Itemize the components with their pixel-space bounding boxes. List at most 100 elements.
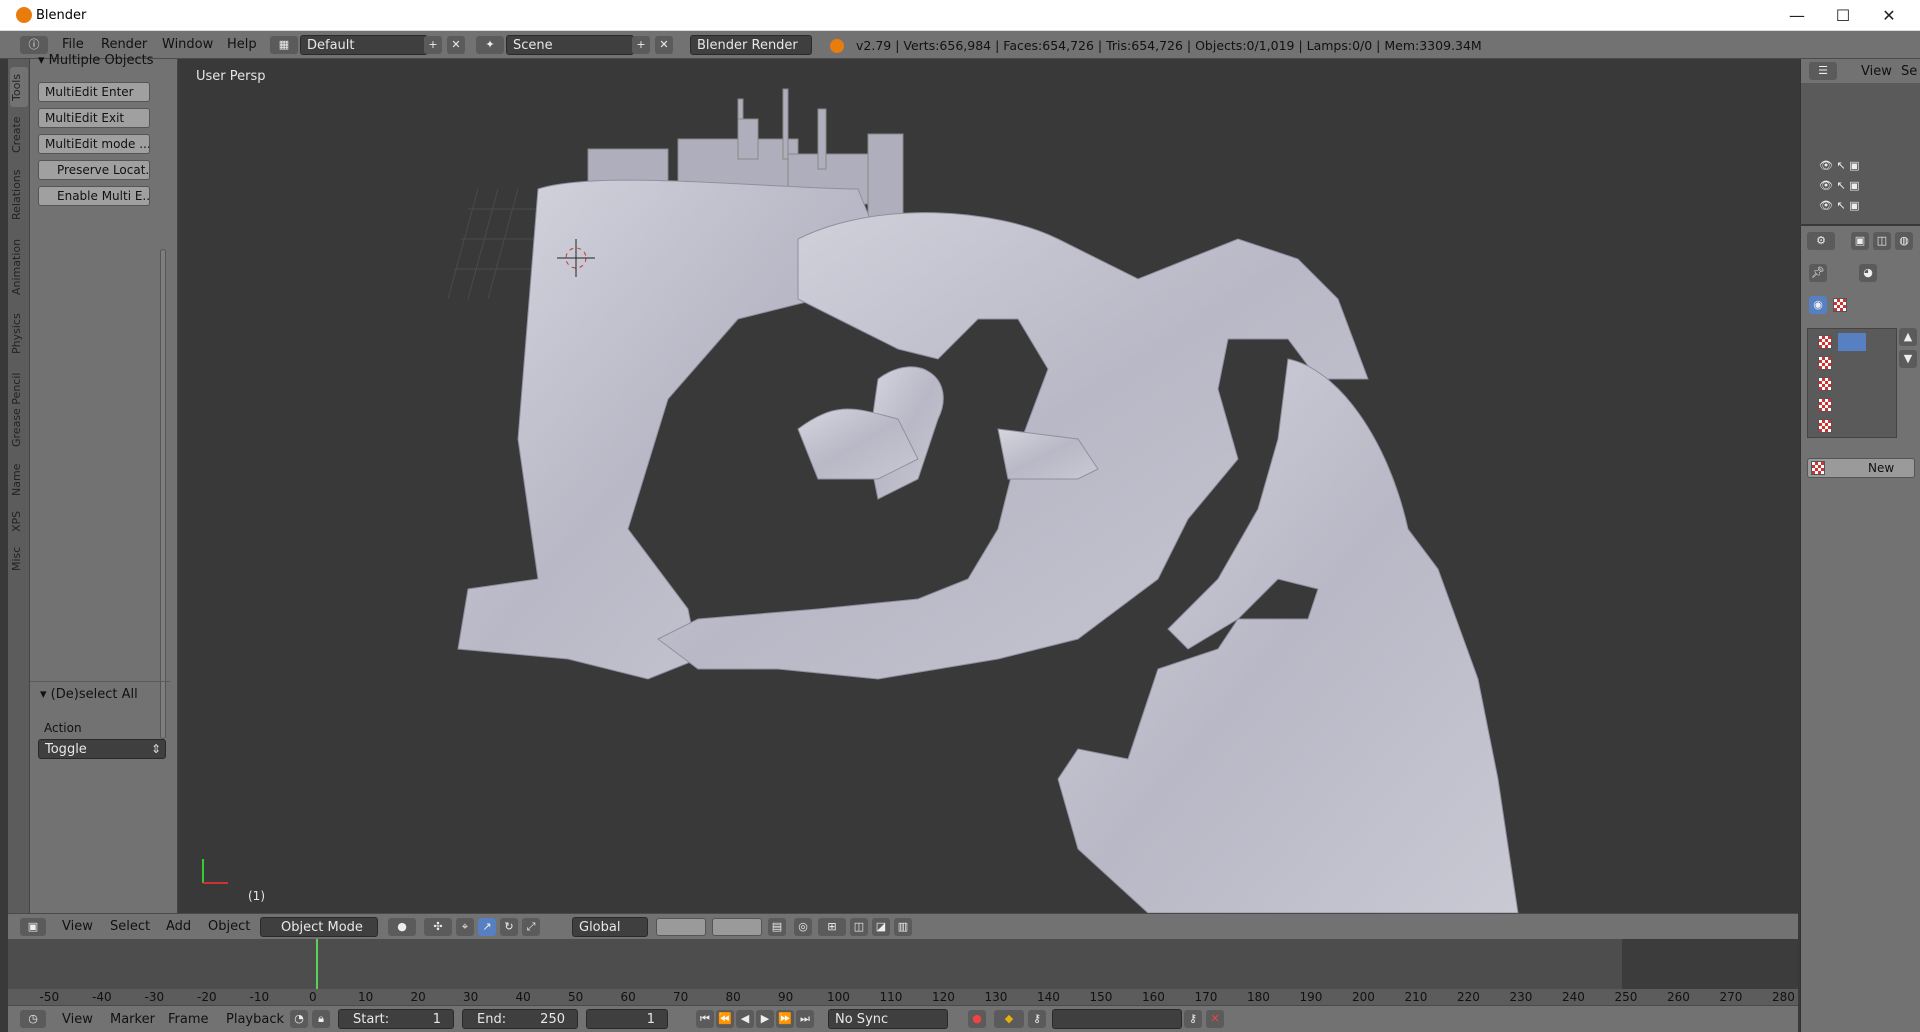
layers-grid-2[interactable] [712, 918, 762, 936]
tab-physics[interactable]: Physics [10, 307, 28, 361]
outliner-search-menu[interactable]: Se [1901, 64, 1917, 79]
menu-marker[interactable]: Marker [110, 1012, 155, 1027]
menu-object[interactable]: Object [208, 919, 250, 934]
proportional-edit-icon[interactable]: ◎ [794, 918, 812, 936]
menu-render[interactable]: Render [101, 37, 147, 52]
operator-panel-title[interactable]: ▾ (De)select All [40, 687, 138, 702]
scene-tab-icon[interactable]: ◫ [1873, 232, 1891, 250]
properties-panel[interactable]: ⚙ ▣ ◫ ◍ 📌︎ ◕ ◉ ▲ ▼ New [1800, 226, 1920, 1032]
layers-grid-1[interactable] [656, 918, 706, 936]
tab-tools[interactable]: Tools [10, 67, 28, 107]
orientation-select[interactable]: Global [572, 917, 648, 937]
multiedit-enter-button[interactable]: MultiEdit Enter [38, 82, 150, 102]
menu-file[interactable]: File [62, 37, 84, 52]
world-tab-icon[interactable]: ◍ [1895, 232, 1913, 250]
multiedit-mode-button[interactable]: MultiEdit mode ... [38, 134, 150, 154]
shading-mode-icon[interactable]: ● [388, 918, 416, 936]
delete-scene-icon[interactable]: ✕ [655, 36, 673, 54]
keying-set-icon[interactable]: ◆ [994, 1010, 1024, 1028]
object-mode-select[interactable]: Object Mode [260, 917, 378, 937]
editor-type-info-icon[interactable]: ⓘ [20, 36, 48, 54]
panel-scrollbar[interactable] [160, 249, 166, 739]
menu-window[interactable]: Window [162, 37, 213, 52]
enable-multiedit-checkbox[interactable]: Enable Multi E... [38, 186, 150, 206]
outliner-row-icons[interactable]: 👁︎ ↖ ▣ [1819, 179, 1860, 192]
record-icon[interactable]: ● [968, 1010, 986, 1028]
jump-end-icon[interactable]: ⏭ [796, 1010, 814, 1028]
texture-checker-icon[interactable] [1833, 298, 1847, 312]
end-frame-field[interactable]: End: 250 [462, 1009, 578, 1029]
editor-type-3d-icon[interactable]: ▣ [20, 918, 46, 936]
preserve-location-checkbox[interactable]: Preserve Locat... [38, 160, 150, 180]
selected-slot[interactable] [1838, 333, 1866, 351]
close-button[interactable]: ✕ [1866, 0, 1912, 31]
menu-select[interactable]: Select [110, 919, 150, 934]
move-down-icon[interactable]: ▼ [1899, 350, 1917, 368]
keying-set-field[interactable] [1052, 1009, 1182, 1029]
rotate-icon[interactable]: ↻ [500, 918, 518, 936]
tab-xps[interactable]: XPS [10, 505, 28, 537]
translate-icon[interactable]: ↗ [478, 918, 496, 936]
tab-animation[interactable]: Animation [10, 231, 28, 303]
world-icon[interactable]: ◕ [1859, 264, 1877, 282]
scene-icon[interactable]: ✦ [476, 36, 504, 54]
menu-help[interactable]: Help [227, 37, 257, 52]
delete-screen-icon[interactable]: ✕ [447, 36, 465, 54]
action-select[interactable]: Toggle ⇕ [38, 739, 166, 759]
scale-icon[interactable]: ⤢ [522, 918, 540, 936]
frame-ruler[interactable]: -50 -40 -30 -20 -10 0 10 20 30 40 50 60 70 80 90 100 110… [8, 989, 1798, 1005]
texture-world-icon[interactable]: ◉ [1809, 296, 1827, 314]
next-keyframe-icon[interactable]: ⏩ [776, 1010, 794, 1028]
tab-create[interactable]: Create [10, 111, 28, 159]
add-screen-icon[interactable]: + [424, 36, 442, 54]
lock-range-icon[interactable]: 🔒︎ [312, 1010, 330, 1028]
preview-range-icon[interactable]: ◔ [290, 1010, 308, 1028]
manipulator-icon[interactable]: ⌖ [456, 918, 474, 936]
snap-icon[interactable]: ⊞ [818, 918, 846, 936]
add-scene-icon[interactable]: + [632, 36, 650, 54]
outliner-row-icons[interactable]: 👁︎ ↖ ▣ [1819, 159, 1860, 172]
tab-name[interactable]: Name [10, 459, 28, 501]
render-preview-icon[interactable]: ◫ [850, 918, 868, 936]
tab-grease-pencil[interactable]: Grease Pencil [10, 365, 28, 455]
outliner-view-menu[interactable]: View [1861, 64, 1892, 79]
tab-misc[interactable]: Misc [10, 541, 28, 577]
sync-mode-select[interactable]: No Sync [828, 1009, 948, 1029]
render-tab-icon[interactable]: ▣ [1851, 232, 1869, 250]
3d-viewport[interactable]: User Persp (1) [178, 59, 1798, 913]
menu-playback[interactable]: Playback [226, 1012, 284, 1027]
minimize-button[interactable]: — [1774, 0, 1820, 31]
play-reverse-icon[interactable]: ◀ [736, 1010, 754, 1028]
editor-type-outliner-icon[interactable]: ☰ [1809, 62, 1837, 80]
camera-icon[interactable]: ◪ [872, 918, 890, 936]
maximize-button[interactable]: ☐ [1820, 0, 1866, 31]
insert-keyframe-icon[interactable]: ⚷ [1184, 1010, 1202, 1028]
pin-icon[interactable]: 📌︎ [1809, 264, 1827, 282]
editor-type-properties-icon[interactable]: ⚙ [1807, 232, 1835, 250]
render-engine-select[interactable]: Blender Render [690, 35, 812, 55]
scene-field[interactable]: Scene [506, 35, 634, 55]
outliner-panel[interactable]: ☰ View Se 👁︎ ↖ ▣ 👁︎ ↖ ▣ 👁︎ ↖ ▣ [1800, 59, 1920, 224]
multiedit-exit-button[interactable]: MultiEdit Exit [38, 108, 150, 128]
screen-layout-icon[interactable]: ▦ [270, 36, 298, 54]
menu-frame[interactable]: Frame [168, 1012, 209, 1027]
opengl-render-icon[interactable]: ▥ [894, 918, 912, 936]
outliner-row-icons[interactable]: 👁︎ ↖ ▣ [1819, 199, 1860, 212]
menu-timeline-view[interactable]: View [62, 1012, 93, 1027]
pivot-point-icon[interactable]: ✣ [424, 918, 452, 936]
layer-lock-icon[interactable]: ▤ [768, 918, 786, 936]
current-frame-field[interactable]: 1 [586, 1009, 668, 1029]
tab-relations[interactable]: Relations [10, 163, 28, 227]
texture-slot-list[interactable] [1807, 328, 1897, 438]
timeline-area[interactable] [8, 939, 1798, 1005]
screen-layout-field[interactable]: Default [300, 35, 428, 55]
delete-keyframe-icon[interactable]: ✕ [1206, 1010, 1224, 1028]
menu-add[interactable]: Add [166, 919, 191, 934]
start-frame-field[interactable]: Start: 1 [338, 1009, 454, 1029]
keyframe-type-icon[interactable]: ⚷ [1028, 1010, 1046, 1028]
editor-type-timeline-icon[interactable]: ◷ [20, 1010, 46, 1028]
panel-title[interactable]: ▾ Multiple Objects [38, 53, 154, 68]
play-icon[interactable]: ▶ [756, 1010, 774, 1028]
jump-start-icon[interactable]: ⏮ [696, 1010, 714, 1028]
menu-view[interactable]: View [62, 919, 93, 934]
